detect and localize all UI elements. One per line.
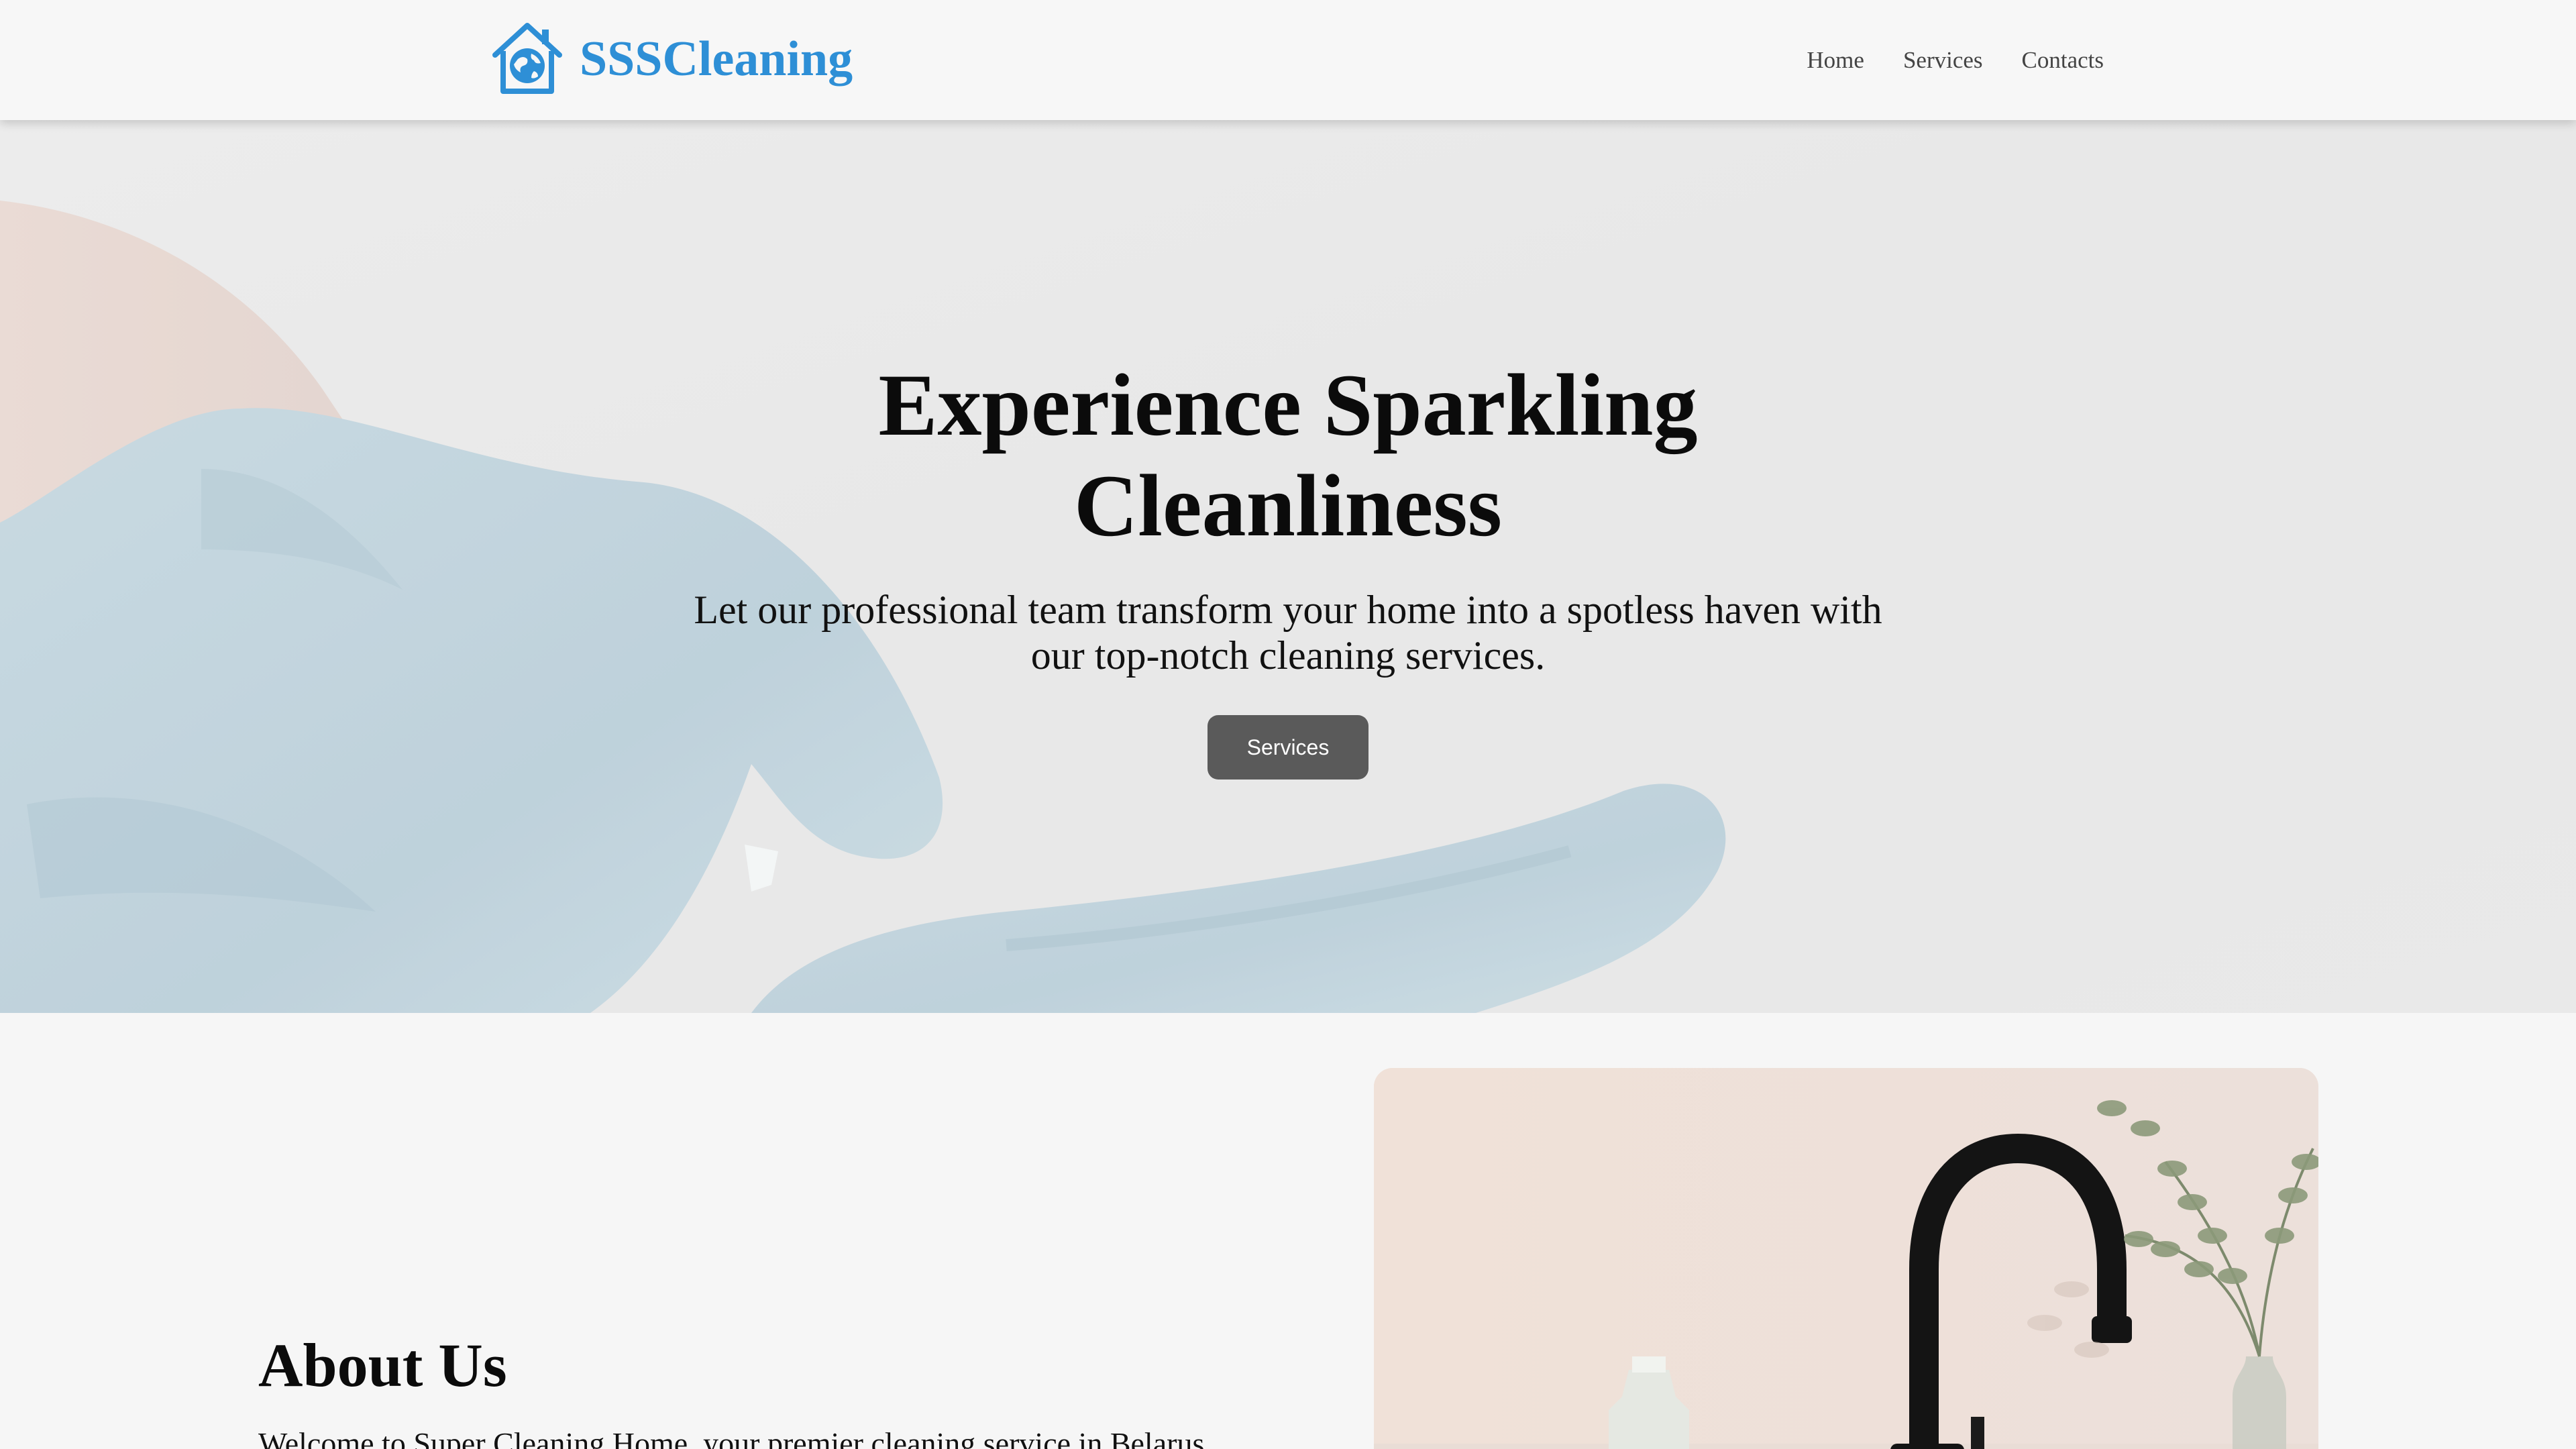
site-header: SSSCleaning Home Services Contacts (0, 0, 2576, 120)
about-title: About Us (258, 1331, 507, 1399)
faucet-photo (1374, 1068, 2318, 1449)
nav-link-services[interactable]: Services (1903, 39, 1983, 82)
nav-link-contacts[interactable]: Contacts (2022, 39, 2104, 82)
brand-logo-link[interactable]: SSSCleaning (487, 19, 853, 99)
house-globe-icon (492, 23, 562, 94)
main-nav: Home Services Contacts (1768, 39, 2104, 82)
hero-subtitle: Let our professional team transform your… (694, 588, 1882, 678)
about-image (1374, 1068, 2318, 1449)
about-section: About Us Welcome to Super Cleaning Home,… (0, 1013, 2576, 1449)
brand-name: SSSCleaning (580, 31, 853, 87)
nav-link-home[interactable]: Home (1807, 39, 1864, 82)
hero-background-image (0, 120, 2576, 1013)
hero-title: Experience Sparkling Cleanliness (878, 356, 1698, 555)
services-button[interactable]: Services (1208, 715, 1368, 780)
about-text: Welcome to Super Cleaning Home, your pre… (258, 1426, 1212, 1449)
hero-section: Experience Sparkling Cleanliness Let our… (0, 120, 2576, 1013)
